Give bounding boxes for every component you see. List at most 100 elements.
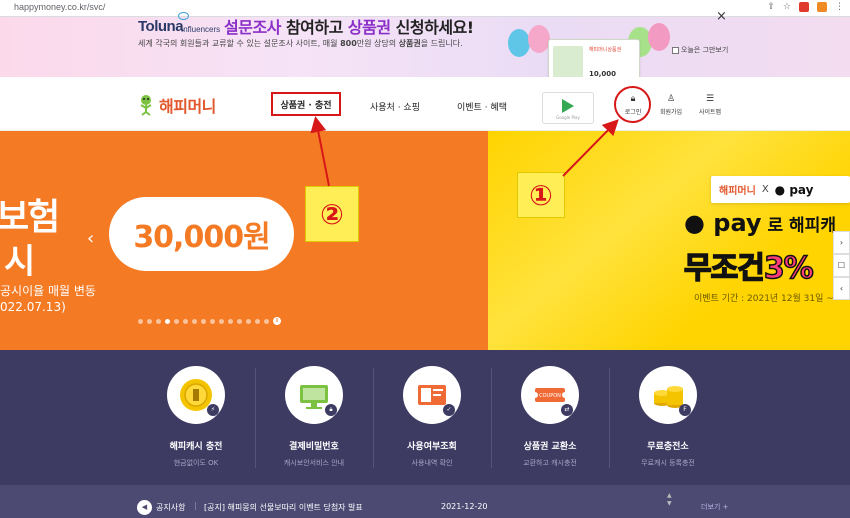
extension-icon[interactable] [799,2,809,12]
notice-date: 2021-12-20 [441,502,488,511]
sitemap-button[interactable]: ☰ 사이트맵 [695,94,725,116]
logo-mascot-icon [140,95,152,116]
chat-icon[interactable]: ☐ [833,254,850,277]
service-icon-circle: F [639,366,697,424]
chevron-right-icon[interactable]: › [833,231,850,254]
share-icon[interactable]: ⇪ [767,2,775,12]
dismiss-today-option[interactable]: 오늘은 그만보기 [672,45,728,55]
service-subtitle: 캐시보안서비스 안내 [283,459,345,467]
svg-text:COUPON: COUPON [539,393,561,399]
dismiss-checkbox[interactable] [672,46,679,54]
menu-dots-icon[interactable]: ⋮ [835,2,844,12]
google-play-icon [562,99,574,113]
pause-icon[interactable]: II [273,317,281,325]
service-divider [255,368,256,468]
hero-slide-right[interactable] [488,131,850,350]
notice-more-link[interactable]: 더보기 + [701,502,728,512]
badge-pay: ● pay [774,182,814,197]
carousel-dot[interactable] [237,318,242,324]
side-floating-tabs: › ☐ ‹ [833,231,850,300]
carousel-dot[interactable] [264,318,269,324]
pay-headline-part: ● pay [684,209,762,237]
signup-label: 회원가입 [659,109,683,116]
hero-note: 022.07.13) [0,300,66,314]
signup-button[interactable]: ♙ 회원가입 [656,94,686,116]
pay-headline-2: 무조건3% [683,243,814,287]
megaphone-icon: ◀︎ [137,500,152,515]
nav-giftcard-charge[interactable]: 상품권 · 충전 [271,92,341,116]
promo-sub-part: 세계 각국의 회원들과 교류할 수 있는 설문조사 사이트, 매월 [138,39,341,48]
promo-subtext: 세계 각국의 회원들과 교류할 수 있는 설문조사 사이트, 매월 800만원 … [138,38,463,49]
promo-headline: 설문조사 참여하고 상품권 신청하세요! [224,14,474,38]
balloon-decoration [528,25,550,53]
carousel-dot[interactable] [156,318,161,324]
carousel-dot[interactable] [219,318,224,324]
google-play-button[interactable]: Google Play [542,92,594,124]
nav-usage-shopping[interactable]: 사용처 · 쇼핑 [370,100,420,113]
chevron-left-icon[interactable]: ‹ [833,277,850,300]
star-icon[interactable]: ☆ [783,2,791,12]
notice-label[interactable]: 공지사항 [156,502,185,513]
service-icon-circle: 🔒︎ [285,366,343,424]
carousel-dot[interactable] [255,318,260,324]
pay-headline-part: 무조건 [683,250,765,287]
service-giftcard-exchange[interactable]: COUPON ⇄ 상품권 교환소 교환하고 캐시충전 [495,366,605,468]
service-title: 상품권 교환소 [523,442,577,452]
event-period: 이벤트 기간 : 2021년 12월 31일 ~ [694,294,834,304]
service-icon-circle: ⚡︎ [167,366,225,424]
carousel-dot[interactable] [192,318,197,324]
happymoney-logo[interactable]: 해피머니 [137,93,216,117]
hero-amount-pill: 30,000원 [109,197,294,271]
service-subtitle: 사용내역 확인 [411,459,453,467]
service-title: 결제비밀번호 [289,442,339,452]
service-subtitle: 무료캐시 등록충전 [641,459,695,467]
notice-item-link[interactable]: [공지] 해피몽의 선물보따리 이벤트 당첨자 발표 [204,502,363,513]
hero-rays [488,131,850,350]
hero-partial-title: 보험 [0,197,60,238]
carousel-dot[interactable] [165,318,170,324]
hero-note: 공시이율 매월 변동 [0,284,96,298]
balloon-decoration [648,23,670,51]
person-icon: ♙ [666,94,676,104]
google-play-label: Google Play [556,115,580,120]
carousel-dot[interactable] [174,318,179,324]
service-title: 사용여부조회 [407,442,457,452]
carousel-dot[interactable] [201,318,206,324]
promo-sub-part: 800 [340,39,357,48]
nav-events-benefits[interactable]: 이벤트 · 혜택 [457,100,507,113]
service-title: 해피캐시 충전 [169,442,223,452]
pay-percent: 3% [763,250,814,287]
lock-icon: 🔒︎ [325,404,337,416]
chevron-down-icon[interactable]: ▼ [667,500,672,507]
badge-x: X [761,184,769,195]
carousel-dot[interactable] [183,318,188,324]
carousel-dots: II [138,317,281,325]
carousel-dot[interactable] [147,318,152,324]
service-happycash-charge[interactable]: ⚡︎ 해피캐시 충전 현금없이도 OK [141,366,251,468]
toluna-logo: Toluna [138,18,184,35]
login-highlight-circle [614,86,651,123]
check-icon: ✓ [443,404,455,416]
carousel-prev-icon[interactable]: ‹ [87,228,94,249]
promo-sub-part: 만원 상당의 [356,39,399,48]
gift-card-label: 해피머니상품권 [589,47,622,53]
service-payment-password[interactable]: 🔒︎ 결제비밀번호 캐시보안서비스 안내 [259,366,369,468]
service-free-charge[interactable]: F 무료충전소 무료캐시 등록충전 [613,366,723,468]
chevron-up-icon[interactable]: ▲ [667,492,672,499]
carousel-dot[interactable] [138,318,143,324]
close-icon[interactable]: × [716,9,727,24]
browser-toolbar-icons: ⇪ ☆ ⋮ [767,2,844,12]
carousel-dot[interactable] [210,318,215,324]
promo-sub-part: 상품권 [398,39,421,48]
service-divider [609,368,610,468]
annotation-marker-2: ② [305,186,359,242]
exchange-icon: ⇄ [561,404,573,416]
carousel-dot[interactable] [246,318,251,324]
extension-icon[interactable] [817,2,827,12]
carousel-dot[interactable] [228,318,233,324]
service-usage-check[interactable]: ✓ 사용여부조회 사용내역 확인 [377,366,487,468]
pay-headline: ● pay 로 해피캐 [684,209,836,237]
notice-scroll-arrows[interactable]: ▲ ▼ [667,492,672,508]
url-text[interactable]: happymoney.co.kr/svc/ [14,2,105,12]
free-badge-icon: F [679,404,691,416]
